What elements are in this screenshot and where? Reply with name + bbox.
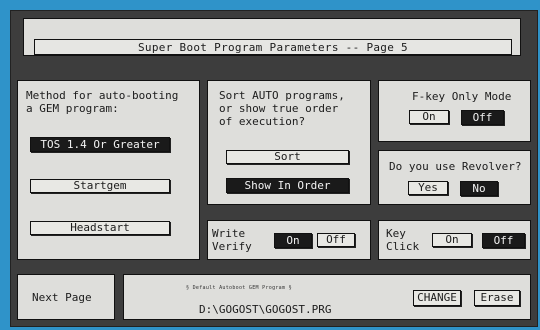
default-program-path: D:\GOGOST\GOGOST.PRG <box>199 303 332 316</box>
revolver-no-button[interactable]: No <box>460 181 498 196</box>
next-page-panel[interactable]: Next Page <box>17 274 115 320</box>
fkey-panel: F-key Only Mode On Off <box>378 80 531 142</box>
revolver-panel: Do you use Revolver? Yes No <box>378 150 531 205</box>
autoboot-panel: Method for auto-booting a GEM program: T… <box>17 80 200 260</box>
fkey-off-button[interactable]: Off <box>461 110 504 125</box>
tos-14-button[interactable]: TOS 1.4 Or Greater <box>30 137 170 152</box>
revolver-label: Do you use Revolver? <box>389 160 522 173</box>
sort-panel: Sort AUTO programs, or show true order o… <box>207 80 371 205</box>
default-program-panel: § Default Autoboot GEM Program § D:\GOGO… <box>123 274 531 320</box>
key-click-panel: Key Click On Off <box>378 220 531 260</box>
write-verify-label: Write Verify <box>212 227 252 253</box>
headstart-button[interactable]: Headstart <box>30 221 170 235</box>
write-verify-off-button[interactable]: Off <box>317 233 355 247</box>
key-click-on-button[interactable]: On <box>432 233 472 247</box>
sort-label: Sort AUTO programs, or show true order o… <box>219 89 345 128</box>
autoboot-label: Method for auto-booting a GEM program: <box>26 89 179 115</box>
change-button[interactable]: CHANGE <box>413 290 461 306</box>
write-verify-panel: Write Verify On Off <box>207 220 371 260</box>
fkey-label: F-key Only Mode <box>412 90 512 103</box>
sort-button[interactable]: Sort <box>226 150 349 164</box>
fkey-on-button[interactable]: On <box>409 110 449 124</box>
show-in-order-button[interactable]: Show In Order <box>226 178 349 193</box>
key-click-off-button[interactable]: Off <box>482 233 525 248</box>
write-verify-on-button[interactable]: On <box>274 233 312 248</box>
title-panel: Super Boot Program Parameters -- Page 5 <box>23 18 521 56</box>
startgem-button[interactable]: Startgem <box>30 179 170 193</box>
key-click-label: Key Click <box>386 227 420 253</box>
page-title: Super Boot Program Parameters -- Page 5 <box>34 39 512 55</box>
erase-button[interactable]: Erase <box>474 290 520 306</box>
default-program-caption: § Default Autoboot GEM Program § <box>186 285 292 291</box>
next-page-label[interactable]: Next Page <box>32 291 92 304</box>
revolver-yes-button[interactable]: Yes <box>408 181 448 195</box>
